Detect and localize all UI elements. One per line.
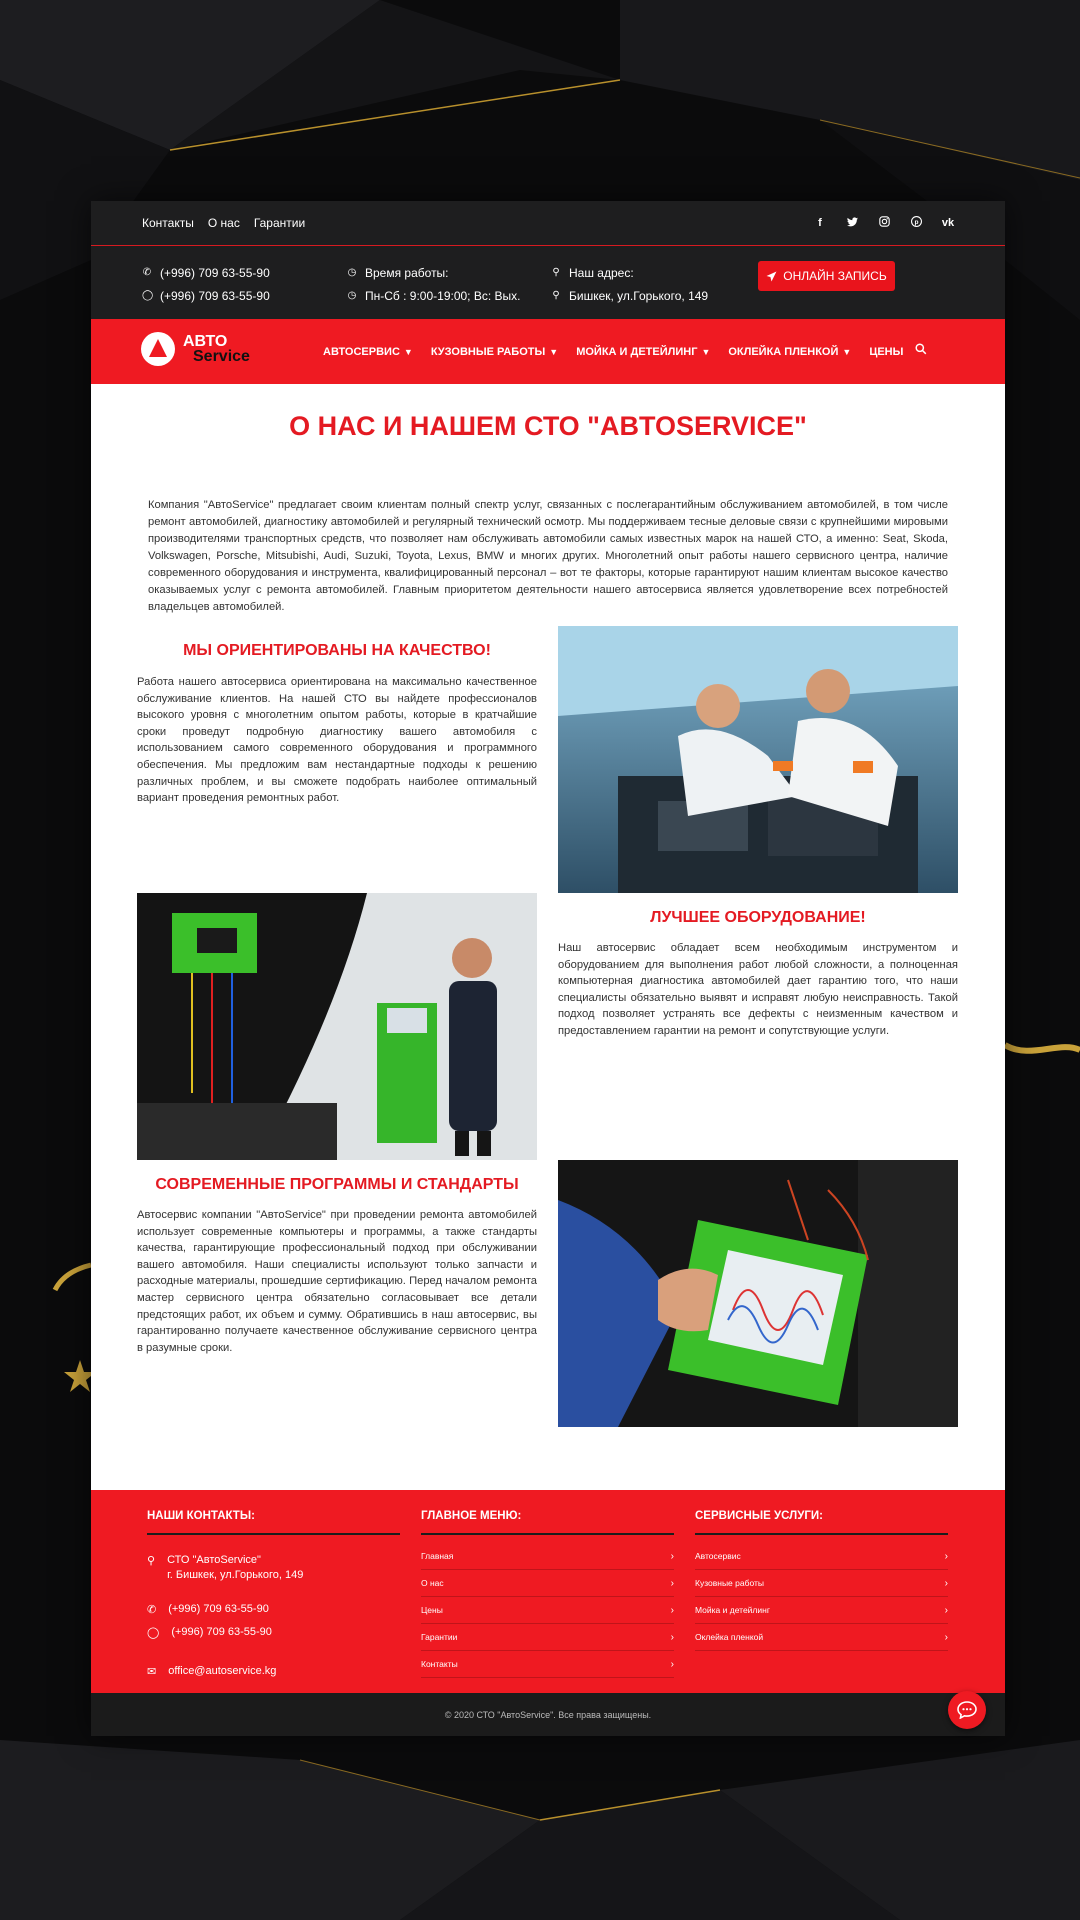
footer-menu-item[interactable]: Контакты ›	[421, 1651, 674, 1678]
chevron-right-icon: ›	[944, 1577, 948, 1589]
top-link-about[interactable]: О нас	[208, 216, 240, 230]
online-booking-label: ОНЛАЙН ЗАПИСЬ	[783, 269, 887, 283]
footer-phone-1[interactable]: (+996) 709 63-55-90	[168, 1603, 269, 1615]
phone-icon: ✆	[147, 1604, 157, 1616]
programs-text: Автосервис компании "АвтоService" при пр…	[137, 1209, 537, 1354]
footer-address: г. Бишкек, ул.Горького, 149	[167, 1569, 304, 1581]
footer-menu-item[interactable]: Гарантии ›	[421, 1624, 674, 1651]
site-logo[interactable]: АВТО Service	[141, 332, 250, 366]
hours-label: Время работы:	[365, 265, 449, 280]
address-column: ⚲ Наш адрес: ⚲ Бишкек, ул.Горького, 149	[551, 261, 708, 307]
map-pin-icon: ⚲	[147, 1555, 156, 1567]
quality-heading: МЫ ОРИЕНТИРОВАНЫ НА КАЧЕСТВО!	[183, 642, 491, 659]
chevron-right-icon: ›	[670, 1631, 674, 1643]
footer-company: СТО "АвтоService"	[167, 1554, 261, 1566]
whatsapp-icon: ◯	[147, 1627, 160, 1639]
main-navigation: АВТО Service АВТОСЕРВИС ▼ КУЗОВНЫЕ РАБОТЫ…	[91, 319, 1005, 384]
menu-item-washing[interactable]: МОЙКА И ДЕТЕЙЛИНГ ▼	[576, 346, 710, 358]
hours-column: ◷ Время работы: ◷ Пн-Сб : 9:00-19:00; Вс: …	[347, 261, 521, 307]
footer-phone-2[interactable]: (+996) 709 63-55-90	[171, 1626, 272, 1638]
chevron-down-icon: ▼	[549, 346, 559, 357]
logo-line-1: АВТО	[183, 333, 228, 350]
online-booking-button[interactable]: ОНЛАЙН ЗАПИСЬ	[758, 261, 895, 291]
address-value: Бишкек, ул.Горького, 149	[569, 288, 709, 303]
footer-menu-title: ГЛАВНОЕ МЕНЮ:	[421, 1510, 674, 1535]
vk-icon[interactable]: vk	[941, 217, 955, 229]
mechanics-engine-photo	[558, 626, 958, 893]
footer-services: СЕРВИСНЫЕ УСЛУГИ: Автосервис › Кузовные р…	[695, 1510, 948, 1651]
footer-service-item[interactable]: Оклейка пленкой ›	[695, 1624, 948, 1651]
clock-icon: ◷	[347, 290, 357, 301]
paper-plane-icon	[766, 271, 777, 281]
chevron-down-icon: ▼	[842, 346, 852, 357]
page-title: О НАС И НАШЕМ СТО "ABTOSERVICE"	[289, 411, 807, 441]
chevron-right-icon: ›	[944, 1631, 948, 1643]
chat-button[interactable]	[948, 1691, 986, 1729]
footer-contacts-title: НАШИ КОНТАКТЫ:	[147, 1510, 400, 1535]
top-link-guarantees[interactable]: Гарантии	[254, 216, 305, 230]
twitter-icon[interactable]	[845, 216, 859, 230]
chevron-down-icon: ▼	[701, 346, 711, 357]
footer-main-menu: ГЛАВНОЕ МЕНЮ: Главная › О нас › Цены › Гара…	[421, 1510, 674, 1678]
diagnostic-equipment-photo	[137, 893, 537, 1160]
copyright: © 2020 СТО "АвтоService". Все права защи…	[91, 1693, 1005, 1736]
chevron-right-icon: ›	[670, 1604, 674, 1616]
quality-text: Работа нашего автосервиса ориентирована …	[137, 676, 537, 805]
menu-item-bodywork[interactable]: КУЗОВНЫЕ РАБОТЫ ▼	[431, 346, 558, 358]
oscilloscope-device-photo	[558, 1160, 958, 1427]
top-bar: Контакты О нас Гарантии f p vk	[91, 201, 1005, 246]
chevron-right-icon: ›	[670, 1550, 674, 1562]
info-bar: ✆ (+996) 709 63-55-90 ◯ (+996) 709 63-55-9…	[91, 246, 1005, 319]
equipment-heading: ЛУЧШЕЕ ОБОРУДОВАНИЕ!	[650, 909, 866, 926]
map-pin-icon: ⚲	[552, 267, 560, 278]
hours-value: Пн-Сб : 9:00-19:00; Вс: Вых.	[365, 288, 521, 303]
search-icon[interactable]	[915, 343, 927, 358]
chevron-right-icon: ›	[944, 1550, 948, 1562]
whatsapp-icon: ◯	[142, 290, 154, 301]
menu-item-wrapping[interactable]: ОКЛЕЙКА ПЛЕНКОЙ ▼	[728, 346, 851, 358]
website-frame: Контакты О нас Гарантии f p vk ✆ (+996) 7…	[91, 201, 1005, 1736]
social-links: f p vk	[813, 216, 955, 230]
footer-email[interactable]: office@autoservice.kg	[168, 1665, 276, 1677]
footer-services-title: СЕРВИСНЫЕ УСЛУГИ:	[695, 1510, 948, 1535]
footer-service-item[interactable]: Мойка и детейлинг ›	[695, 1597, 948, 1624]
chevron-right-icon: ›	[670, 1577, 674, 1589]
main-menu: АВТОСЕРВИС ▼ КУЗОВНЫЕ РАБОТЫ ▼ МОЙКА И ДЕТ…	[323, 319, 903, 384]
phone-column: ✆ (+996) 709 63-55-90 ◯ (+996) 709 63-55-9…	[142, 261, 270, 307]
envelope-icon: ✉	[147, 1666, 157, 1678]
equipment-text: Наш автосервис обладает всем необходимым…	[558, 942, 958, 1037]
address-label: Наш адрес:	[569, 265, 634, 280]
intro-paragraph: Компания "АвтоService" предлагает своим …	[148, 499, 948, 613]
top-link-contacts[interactable]: Контакты	[142, 216, 194, 230]
phone-number-2[interactable]: (+996) 709 63-55-90	[160, 289, 270, 303]
chevron-right-icon: ›	[670, 1658, 674, 1670]
menu-item-prices[interactable]: ЦЕНЫ	[869, 346, 903, 358]
programs-heading: СОВРЕМЕННЫЕ ПРОГРАММЫ И СТАНДАРТЫ	[155, 1176, 519, 1193]
footer-service-item[interactable]: Кузовные работы ›	[695, 1570, 948, 1597]
instagram-icon[interactable]	[877, 216, 891, 230]
footer-contacts: НАШИ КОНТАКТЫ: ⚲ СТО "АвтоService" г. Би…	[147, 1510, 400, 1678]
facebook-icon[interactable]: f	[813, 217, 827, 229]
chevron-right-icon: ›	[944, 1604, 948, 1616]
logo-line-2: Service	[193, 348, 250, 365]
footer-menu-item[interactable]: О нас ›	[421, 1570, 674, 1597]
pinterest-icon[interactable]: p	[909, 216, 923, 230]
phone-number-1[interactable]: (+996) 709 63-55-90	[160, 266, 270, 280]
chevron-down-icon: ▼	[403, 346, 413, 357]
chat-bubble-icon	[957, 1701, 977, 1719]
footer-menu-item[interactable]: Главная ›	[421, 1543, 674, 1570]
footer-service-item[interactable]: Автосервис ›	[695, 1543, 948, 1570]
menu-item-autoservice[interactable]: АВТОСЕРВИС ▼	[323, 346, 413, 358]
map-pin-icon: ⚲	[552, 290, 560, 301]
logo-emblem	[141, 332, 175, 366]
svg-text:p: p	[914, 219, 918, 226]
top-nav: Контакты О нас Гарантии	[142, 216, 305, 230]
footer-menu-item[interactable]: Цены ›	[421, 1597, 674, 1624]
clock-icon: ◷	[347, 267, 357, 278]
phone-icon: ✆	[142, 267, 152, 278]
footer: НАШИ КОНТАКТЫ: ⚲ СТО "АвтоService" г. Би…	[91, 1490, 1005, 1693]
